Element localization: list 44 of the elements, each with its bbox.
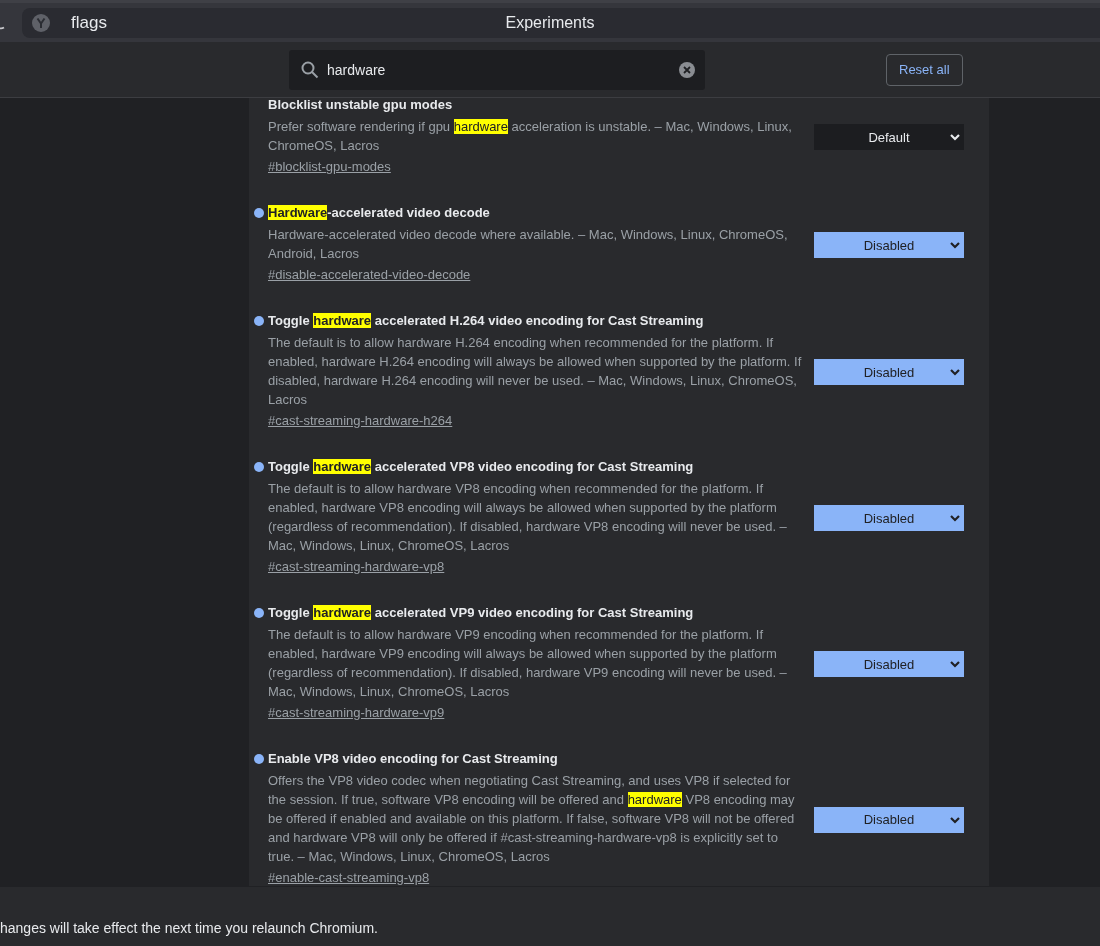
search-field[interactable]: hardware [289, 49, 705, 90]
flag-description: Hardware-accelerated video decode where available. – Mac, Windows, Linux, ChromeOS, Android, Lacros [268, 226, 789, 263]
flag-title: Blocklist unstable gpu modes [268, 98, 453, 112]
flag-link[interactable]: #enable-cast-streaming-vp8 [268, 868, 430, 886]
flag-link[interactable]: #blocklist-gpu-modes [268, 157, 391, 176]
flag-description: The default is to allow hardware VP8 encoding when recommended for the platform. If enabled, hardware VP8 encoding will always be allowed when supported by the platform (regardless of recommendation). If disabled, hardware VP8 encoding will never be used. – Mac, Windows, Linux, ChromeOS, Lacros [268, 480, 788, 555]
flag-dropdown[interactable]: Default [814, 124, 964, 150]
flag-title: accelerated VP8 video encoding for Cast Streaming [373, 459, 694, 474]
flag-link[interactable]: #cast-streaming-hardware-h264 [268, 411, 453, 430]
flag-title: accelerated H.264 video encoding for Cast Streaming [373, 313, 704, 328]
flag-dropdown[interactable]: Disabled [814, 651, 964, 677]
flag-link[interactable]: #cast-streaming-hardware-vp9 [268, 703, 445, 722]
search-icon [301, 60, 319, 79]
highlighted-match: hardware [313, 605, 372, 620]
highlighted-match: hardware [313, 313, 372, 328]
flag-description: Offers the VP8 video codec when negotiating Cast Streaming, and uses VP8 if selected for the session. If true, software VP8 encoding will be offered and hardware VP8 encoding may be offered if enabled and available on this platform. If false, software VP8 will not be offered and hardware VP8 will only be offered if #cast-streaming-hardware-vp8 is explicitly set to true. – Mac, Windows, Linux, ChromeOS, Lacros [268, 772, 796, 866]
flag-dropdown[interactable]: Disabled [814, 232, 964, 258]
relaunch-message: hanges will take effect the next time you relaunch Chromium. [0, 919, 378, 936]
flag-link[interactable]: #disable-accelerated-video-decode [268, 265, 471, 284]
browser-logo-icon [32, 13, 50, 32]
flag-description: The default is to allow hardware H.264 encoding when recommended for the platform. If enabled, hardware H.264 encoding will always be allowed when supported by the platform. If disabled, hardware H.264 encoding will never be used. – Mac, Windows, Linux, ChromeOS, Lacros [268, 334, 803, 409]
flag-title: Enable VP8 video encoding for Cast Streaming [268, 751, 558, 766]
highlighted-match: hardware [313, 459, 372, 474]
flag-title: Toggle [268, 313, 311, 328]
page-title: Experiments [505, 13, 595, 32]
flag-description: The default is to allow hardware VP9 encoding when recommended for the platform. If enabled, hardware VP9 encoding will always be allowed when supported by the platform (regardless of recommendation). If disabled, hardware VP9 encoding will never be used. – Mac, Windows, Linux, ChromeOS, Lacros [268, 626, 788, 701]
flag-description: Prefer software rendering if gpu hardware acceleration is unstable. – Mac, Windows, Linux, ChromeOS, Lacros [268, 118, 793, 155]
chevron-down-icon [950, 816, 960, 824]
flag-title: Toggle [268, 605, 311, 620]
chevron-down-icon [950, 134, 960, 141]
flag-title: Toggle [268, 459, 311, 474]
chevron-down-icon [950, 515, 960, 522]
flag-dropdown[interactable]: Disabled [814, 359, 964, 385]
chevron-down-icon [950, 369, 960, 376]
clear-icon[interactable] [679, 61, 695, 78]
chevron-down-icon [950, 661, 960, 668]
chevron-down-icon [950, 242, 960, 249]
flag-title: accelerated VP9 video encoding for Cast Streaming [373, 605, 694, 620]
search-query[interactable]: hardware [327, 61, 671, 78]
flag-dropdown[interactable]: Disabled [814, 806, 964, 833]
flag-title: -accelerated video decode [327, 205, 490, 220]
flag-link[interactable]: #cast-streaming-hardware-vp8 [268, 557, 445, 576]
reset-all-button[interactable]: Reset all [886, 53, 963, 86]
flag-dropdown[interactable]: Disabled [814, 505, 964, 531]
